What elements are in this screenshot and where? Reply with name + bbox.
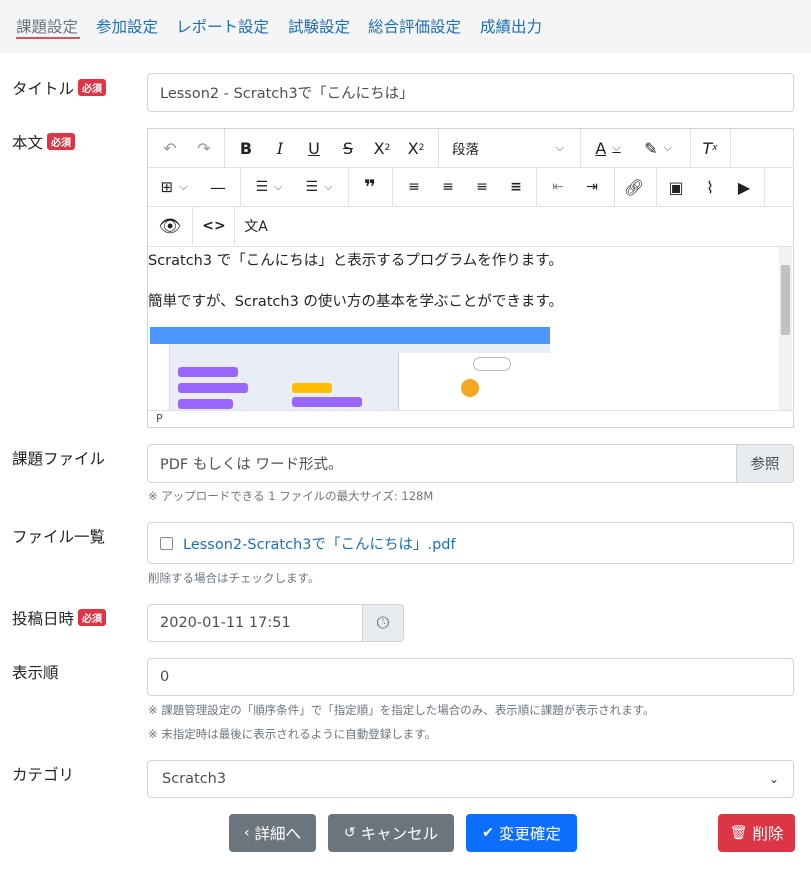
source-code-icon[interactable]: <> xyxy=(196,207,232,245)
redo-icon[interactable]: ↷ xyxy=(188,129,220,167)
align-center-icon[interactable]: ≡ xyxy=(432,168,464,206)
chevron-down-icon: ⌵ xyxy=(179,180,188,193)
horizontal-line-icon[interactable]: — xyxy=(202,168,234,206)
file-link[interactable]: Lesson2-Scratch3で「こんにちは」.pdf xyxy=(183,533,456,554)
display-order-help-2: ※ 未指定時は最後に表示されるように自動登録します。 xyxy=(148,727,437,741)
translate-icon[interactable]: 文A xyxy=(238,207,274,245)
display-order-help-1: ※ 課題管理設定の「順序条件」で「指定順」を指定した場合のみ、表示順に課題が表示… xyxy=(148,703,655,717)
content-line-2: 簡単ですが、Scratch3 の使い方の基本を学ぶことができます。 xyxy=(148,294,563,310)
align-right-icon[interactable]: ≡ xyxy=(466,168,498,206)
post-date-input[interactable]: 2020-01-11 17:51 xyxy=(147,604,363,642)
undo-icon: ↺ xyxy=(343,825,356,841)
undo-icon[interactable]: ↶ xyxy=(154,129,186,167)
indent-icon[interactable]: ⇥ xyxy=(576,168,608,206)
clear-formatting-icon[interactable]: Tx xyxy=(694,129,726,167)
file-list-label: ファイル一覧 xyxy=(12,528,106,546)
required-badge: 必須 xyxy=(78,609,107,626)
blockquote-icon[interactable]: ❞ xyxy=(354,168,386,206)
preview-eye-icon[interactable]: 👁︎ xyxy=(152,207,188,245)
trash-icon: 🗑︎ xyxy=(729,825,748,841)
subscript-icon[interactable]: X2 xyxy=(366,129,398,167)
media-icon[interactable]: ▶ xyxy=(728,168,760,206)
tab-overall-evaluation-settings[interactable]: 総合評価設定 xyxy=(368,15,461,37)
chevron-down-icon: ⌵ xyxy=(612,141,621,154)
required-badge: 必須 xyxy=(47,133,76,150)
tab-grade-output[interactable]: 成績出力 xyxy=(480,15,542,37)
category-select[interactable]: Scratch3 ⌄ xyxy=(147,760,794,798)
editor-scrollbar[interactable] xyxy=(779,247,792,410)
superscript-icon[interactable]: X2 xyxy=(400,129,432,167)
strikethrough-icon[interactable]: S xyxy=(332,129,364,167)
editor-toolbar-row-1: ↶ ↷ B I U S X2 X2 段落 ⌵ A ⌵ ✎ ⌵ Tx xyxy=(148,129,793,168)
chevron-down-icon: ⌵ xyxy=(274,180,283,193)
chevron-left-icon: ‹ xyxy=(243,825,250,841)
active-tab-underline xyxy=(16,37,80,39)
chevron-down-icon: ⌵ xyxy=(663,141,672,154)
delete-help: 削除する場合はチェックします。 xyxy=(148,571,320,585)
outdent-icon[interactable]: ⇤ xyxy=(542,168,574,206)
file-input[interactable]: PDF もしくは ワード形式。 xyxy=(147,444,737,483)
attachment-icon[interactable]: ⌇ xyxy=(694,168,726,206)
editor-toolbar-row-3: 👁︎ <> 文A xyxy=(148,207,268,246)
align-left-icon[interactable]: ≡ xyxy=(398,168,430,206)
file-list-box: Lesson2-Scratch3で「こんにちは」.pdf xyxy=(147,522,794,564)
chevron-down-icon: ⌄ xyxy=(768,772,779,786)
underline-icon[interactable]: U xyxy=(298,129,330,167)
back-to-details-button[interactable]: ‹ 詳細へ xyxy=(229,814,316,852)
display-order-label: 表示順 xyxy=(12,664,59,682)
post-date-label: 投稿日時 必須 xyxy=(12,607,107,629)
settings-tabs: 課題設定 参加設定 レポート設定 試験設定 総合評価設定 成績出力 xyxy=(0,0,811,54)
bold-icon[interactable]: B xyxy=(230,129,262,167)
table-icon[interactable]: ⊞ ⌵ xyxy=(154,168,194,206)
text-color-icon[interactable]: A ⌵ xyxy=(586,129,630,167)
browse-button[interactable]: 参照 xyxy=(736,444,794,483)
title-input[interactable]: Lesson2 - Scratch3で「こんにちは」 xyxy=(147,73,794,112)
image-icon[interactable]: ▣ xyxy=(660,168,692,206)
tab-exam-settings[interactable]: 試験設定 xyxy=(288,15,350,37)
file-size-help: ※ アップロードできる 1 ファイルの最大サイズ: 128M xyxy=(148,489,434,503)
content-line-1: Scratch3 で「こんにちは」と表示するプログラムを作ります。 xyxy=(148,253,563,269)
editor-content[interactable]: Scratch3 で「こんにちは」と表示するプログラムを作ります。 簡単ですが、… xyxy=(148,247,780,410)
align-justify-icon[interactable]: ≡ xyxy=(500,168,532,206)
title-label: タイトル 必須 xyxy=(12,77,107,99)
chevron-down-icon: ⌵ xyxy=(555,141,564,154)
delete-file-checkbox[interactable] xyxy=(160,536,173,550)
link-icon[interactable]: 🔗︎ xyxy=(618,168,650,206)
confirm-changes-button[interactable]: ✔ 変更確定 xyxy=(466,814,577,852)
scratch-screenshot-image xyxy=(150,327,550,410)
body-label: 本文 必須 xyxy=(12,131,76,153)
tab-participation-settings[interactable]: 参加設定 xyxy=(96,15,158,37)
chevron-down-icon: ⌵ xyxy=(324,180,333,193)
category-label: カテゴリ xyxy=(12,766,75,784)
delete-button[interactable]: 🗑︎ 削除 xyxy=(718,814,795,852)
clock-icon[interactable]: 🕓︎ xyxy=(362,604,404,642)
italic-icon[interactable]: I xyxy=(264,129,296,167)
block-format-dropdown[interactable]: 段落 ⌵ xyxy=(444,129,572,167)
bulleted-list-icon[interactable]: ☰ ⌵ xyxy=(296,168,342,206)
display-order-input[interactable]: 0 xyxy=(147,658,794,696)
cancel-button[interactable]: ↺ キャンセル xyxy=(328,814,454,852)
required-badge: 必須 xyxy=(78,79,107,96)
numbered-list-icon[interactable]: ☰ ⌵ xyxy=(246,168,292,206)
check-icon: ✔ xyxy=(482,825,494,841)
editor-toolbar-row-2: ⊞ ⌵ — ☰ ⌵ ☰ ⌵ ❞ ≡ ≡ ≡ ≡ ⇤ ⇥ 🔗︎ ▣ ⌇ ▶ xyxy=(148,168,793,207)
tab-assignment-settings[interactable]: 課題設定 xyxy=(16,15,78,37)
highlight-color-icon[interactable]: ✎ ⌵ xyxy=(634,129,682,167)
editor-status-bar: P xyxy=(148,410,793,427)
assignment-file-label: 課題ファイル xyxy=(12,450,106,468)
tab-report-settings[interactable]: レポート設定 xyxy=(176,15,269,37)
rich-text-editor: ↶ ↷ B I U S X2 X2 段落 ⌵ A ⌵ ✎ ⌵ Tx ⊞ ⌵ — ☰ ⌵ ☰… xyxy=(147,128,794,428)
